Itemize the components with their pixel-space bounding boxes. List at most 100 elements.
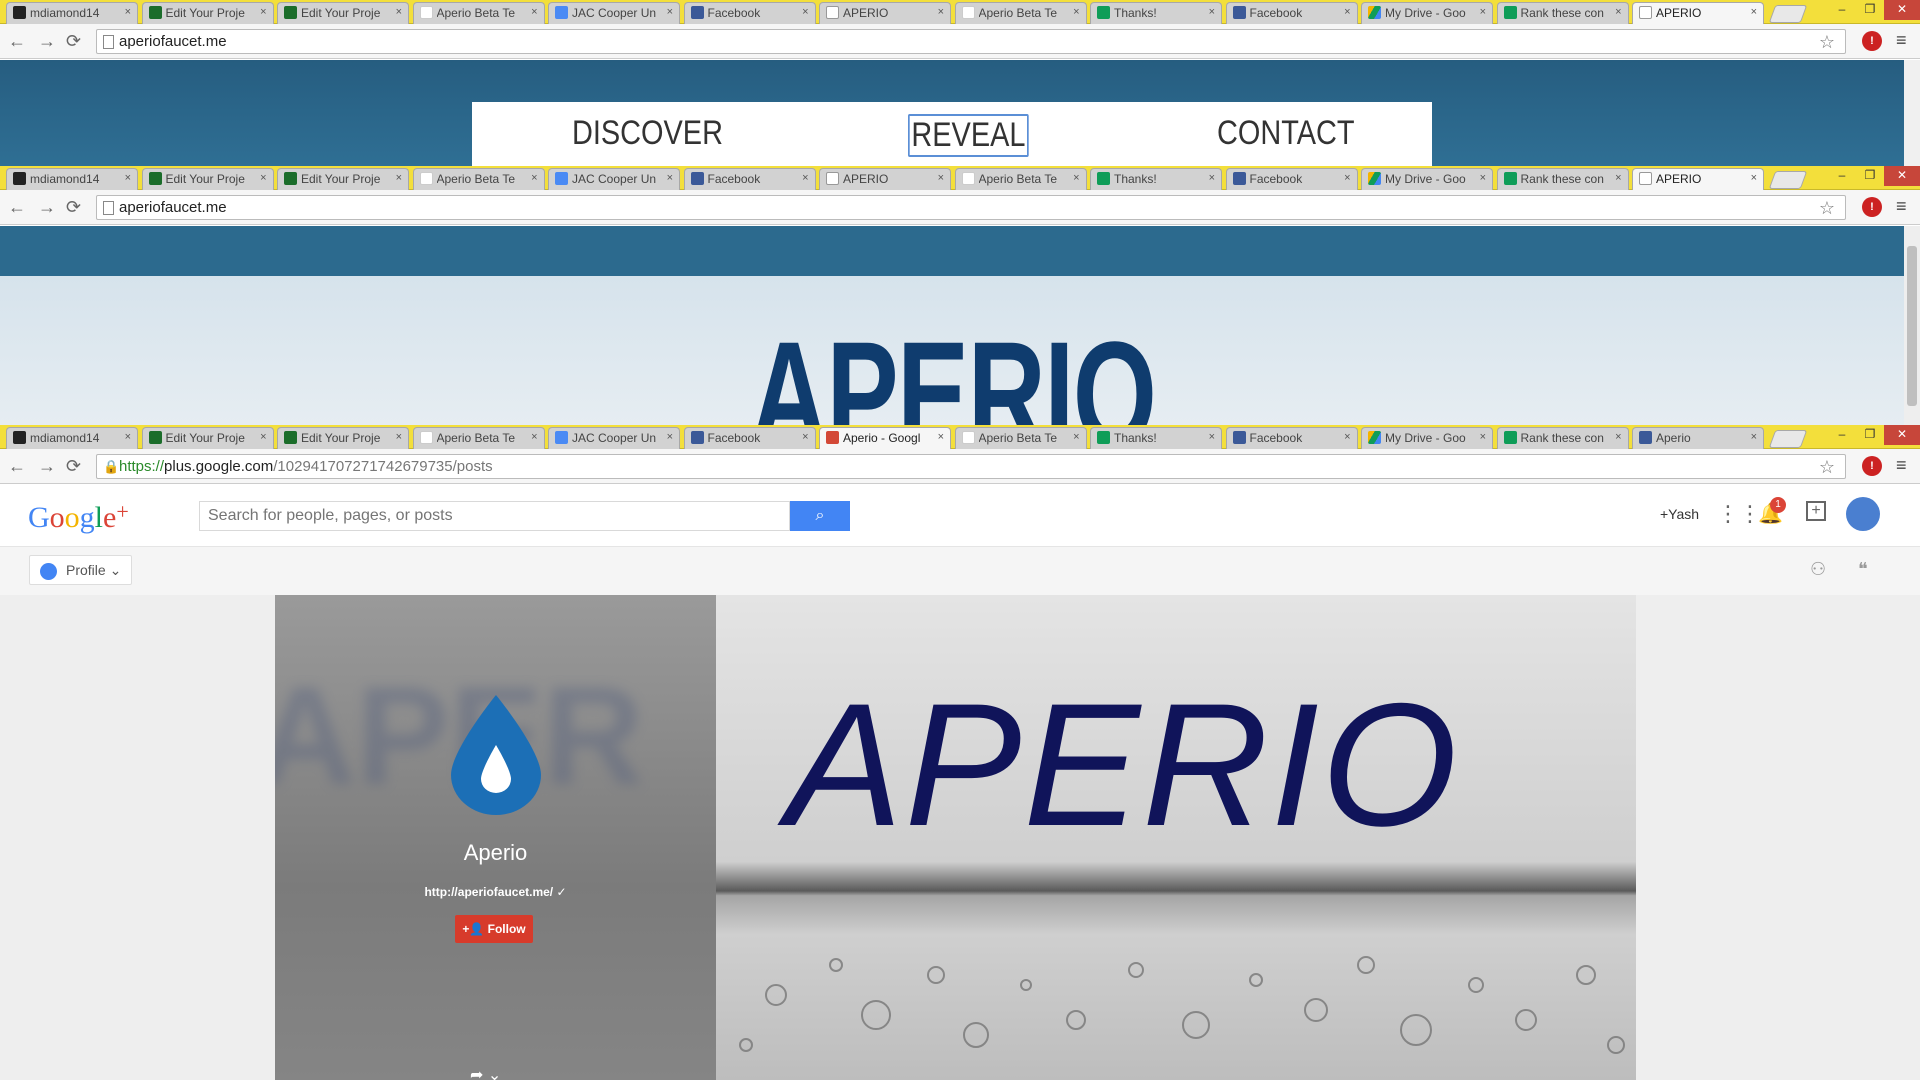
browser-tab[interactable]: Thanks! × (1090, 2, 1222, 24)
close-tab-icon[interactable]: × (1209, 431, 1215, 443)
scrollbar[interactable] (1904, 60, 1920, 166)
search-button[interactable]: ⌕ (790, 501, 850, 531)
avatar[interactable] (1846, 497, 1880, 531)
close-tab-icon[interactable]: × (802, 172, 808, 184)
follow-button[interactable]: +👤 Follow (455, 915, 533, 943)
browser-tab[interactable]: Aperio Beta Te × (954, 168, 1087, 190)
close-tab-icon[interactable]: × (667, 172, 673, 184)
restore-icon[interactable]: ❐ (1856, 425, 1884, 445)
new-tab-button[interactable] (1768, 171, 1808, 189)
close-tab-icon[interactable]: × (667, 6, 673, 18)
restore-icon[interactable]: ❐ (1856, 166, 1884, 186)
minimize-icon[interactable]: – (1828, 0, 1856, 20)
nav-discover[interactable]: DISCOVER (572, 114, 723, 153)
back-icon[interactable]: ← (8, 456, 26, 477)
browser-tab[interactable]: APERIO × (1632, 168, 1764, 190)
share-box-icon[interactable]: + (1806, 501, 1826, 521)
reload-icon[interactable]: ⟳ (66, 456, 81, 477)
browser-tab[interactable]: Aperio Beta Te × (954, 427, 1087, 449)
close-tab-icon[interactable]: × (396, 172, 402, 184)
browser-tab[interactable]: Aperio Beta Te × (412, 427, 545, 449)
browser-tab[interactable]: Facebook × (1225, 2, 1358, 24)
browser-tab[interactable]: APERIO × (819, 2, 951, 24)
address-bar[interactable]: aperiofaucet.me ☆ (96, 29, 1846, 54)
close-tab-icon[interactable]: × (1480, 172, 1486, 184)
new-tab-button[interactable] (1768, 430, 1808, 448)
browser-tab[interactable]: Edit Your Proje × (277, 2, 409, 24)
close-window-icon[interactable]: ✕ (1884, 425, 1920, 445)
close-tab-icon[interactable]: × (396, 431, 402, 443)
new-tab-button[interactable] (1768, 5, 1808, 23)
close-tab-icon[interactable]: × (667, 431, 673, 443)
browser-tab[interactable]: Aperio - Googl × (819, 427, 951, 449)
browser-tab[interactable]: JAC Cooper Un × (548, 427, 680, 449)
close-tab-icon[interactable]: × (938, 431, 944, 443)
minimize-icon[interactable]: – (1828, 166, 1856, 186)
browser-tab[interactable]: Edit Your Proje × (141, 168, 274, 190)
close-tab-icon[interactable]: × (125, 6, 131, 18)
scrollbar-thumb[interactable] (1907, 246, 1917, 406)
minimize-icon[interactable]: – (1828, 425, 1856, 445)
close-tab-icon[interactable]: × (1344, 172, 1350, 184)
close-tab-icon[interactable]: × (1073, 431, 1079, 443)
browser-tab[interactable]: My Drive - Goo × (1361, 427, 1493, 449)
extension-icon[interactable]: ! (1862, 197, 1882, 217)
page-url-link[interactable]: http://aperiofaucet.me/ ✓ (275, 885, 716, 899)
browser-tab[interactable]: mdiamond14 × (6, 2, 138, 24)
hangouts-icon[interactable]: ❝ (1858, 559, 1868, 580)
close-tab-icon[interactable]: × (260, 172, 266, 184)
back-icon[interactable]: ← (8, 197, 26, 218)
browser-tab[interactable]: Aperio Beta Te × (412, 168, 545, 190)
browser-tab[interactable]: Facebook × (683, 2, 816, 24)
browser-tab[interactable]: APERIO × (1632, 2, 1764, 24)
nav-reveal[interactable]: REVEAL (908, 114, 1029, 157)
close-tab-icon[interactable]: × (1480, 431, 1486, 443)
browser-tab[interactable]: Aperio Beta Te × (412, 2, 545, 24)
forward-icon[interactable]: → (38, 31, 56, 52)
close-tab-icon[interactable]: × (125, 431, 131, 443)
extension-icon[interactable]: ! (1862, 31, 1882, 51)
browser-tab[interactable]: Rank these con × (1496, 427, 1629, 449)
bookmark-star-icon[interactable]: ☆ (1819, 457, 1835, 478)
close-tab-icon[interactable]: × (1209, 6, 1215, 18)
browser-tab[interactable]: Rank these con × (1496, 168, 1629, 190)
forward-icon[interactable]: → (38, 197, 56, 218)
profile-dropdown[interactable]: Profile ⌄ (29, 555, 132, 585)
chrome-menu-icon[interactable]: ≡ (1896, 196, 1907, 217)
close-tab-icon[interactable]: × (260, 431, 266, 443)
close-window-icon[interactable]: ✕ (1884, 166, 1920, 186)
close-tab-icon[interactable]: × (1751, 6, 1757, 18)
scrollbar[interactable] (1904, 226, 1920, 425)
close-window-icon[interactable]: ✕ (1884, 0, 1920, 20)
address-bar[interactable]: 🔒 https://plus.google.com/10294170727174… (96, 454, 1846, 479)
chrome-menu-icon[interactable]: ≡ (1896, 30, 1907, 51)
bookmark-star-icon[interactable]: ☆ (1819, 198, 1835, 219)
close-tab-icon[interactable]: × (260, 6, 266, 18)
forward-icon[interactable]: → (38, 456, 56, 477)
browser-tab[interactable]: Thanks! × (1090, 168, 1222, 190)
close-tab-icon[interactable]: × (938, 6, 944, 18)
share-icon[interactable]: ➦ ⌄ (470, 1065, 501, 1080)
close-tab-icon[interactable]: × (1615, 431, 1621, 443)
browser-tab[interactable]: APERIO × (819, 168, 951, 190)
browser-tab[interactable]: Edit Your Proje × (277, 427, 409, 449)
close-tab-icon[interactable]: × (396, 6, 402, 18)
google-plus-logo[interactable]: Google+ (28, 499, 129, 535)
browser-tab[interactable]: mdiamond14 × (6, 168, 138, 190)
close-tab-icon[interactable]: × (1615, 6, 1621, 18)
browser-tab[interactable]: Facebook × (683, 427, 816, 449)
browser-tab[interactable]: My Drive - Goo × (1361, 168, 1493, 190)
close-tab-icon[interactable]: × (1751, 431, 1757, 443)
close-tab-icon[interactable]: × (802, 431, 808, 443)
browser-tab[interactable]: Edit Your Proje × (141, 2, 274, 24)
close-tab-icon[interactable]: × (1344, 6, 1350, 18)
close-tab-icon[interactable]: × (1751, 172, 1757, 184)
chrome-menu-icon[interactable]: ≡ (1896, 455, 1907, 476)
close-tab-icon[interactable]: × (1344, 431, 1350, 443)
close-tab-icon[interactable]: × (531, 6, 537, 18)
search-input[interactable] (199, 501, 790, 531)
extension-icon[interactable]: ! (1862, 456, 1882, 476)
close-tab-icon[interactable]: × (1073, 6, 1079, 18)
browser-tab[interactable]: Aperio × (1632, 427, 1764, 449)
close-tab-icon[interactable]: × (938, 172, 944, 184)
